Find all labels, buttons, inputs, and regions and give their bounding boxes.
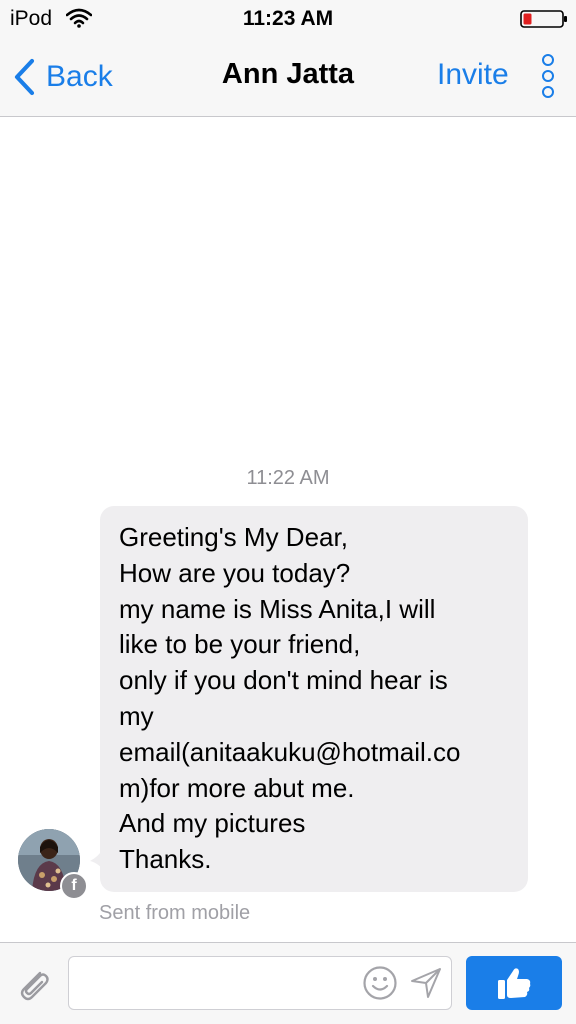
paperclip-icon[interactable]: [14, 965, 54, 1005]
sent-from-label: Sent from mobile: [99, 902, 251, 924]
emoji-icon[interactable]: [362, 965, 398, 1001]
facebook-badge-icon: f: [60, 872, 88, 900]
message-timestamp: 11:22 AM: [246, 467, 330, 489]
composer-bar: [0, 942, 576, 1024]
invite-button[interactable]: Invite: [437, 58, 509, 92]
send-icon[interactable]: [410, 967, 442, 999]
message-line: my: [119, 700, 154, 731]
navigation-bar: Back Ann Jatta Invite: [0, 40, 576, 117]
message-bubble[interactable]: Greeting's My Dear, How are you today? m…: [100, 506, 528, 892]
message-line: And my pictures: [119, 808, 306, 839]
message-line: email(anitaakuku@hotmail.co: [119, 736, 461, 767]
message-line: Greeting's My Dear,: [119, 522, 348, 552]
message-line: only if you don't mind hear is: [119, 665, 448, 696]
message-line: How are you today?: [119, 557, 351, 588]
status-time: 11:23 AM: [242, 7, 334, 30]
message-line: like to be your friend,: [119, 629, 361, 660]
battery-icon: [520, 10, 567, 28]
more-vertical-icon[interactable]: [538, 54, 558, 100]
like-button[interactable]: [466, 956, 562, 1010]
thumbs-up-icon: [498, 968, 531, 999]
messenger-screen: iPod 11:23 AM Back Ann Jatta Invite 11:2…: [0, 0, 576, 1024]
message-line: Thanks.: [119, 844, 212, 875]
status-bar: iPod 11:23 AM: [0, 0, 576, 40]
message-line: my name is Miss Anita,I will: [119, 593, 436, 624]
message-line: m)for more abut me.: [119, 772, 355, 803]
